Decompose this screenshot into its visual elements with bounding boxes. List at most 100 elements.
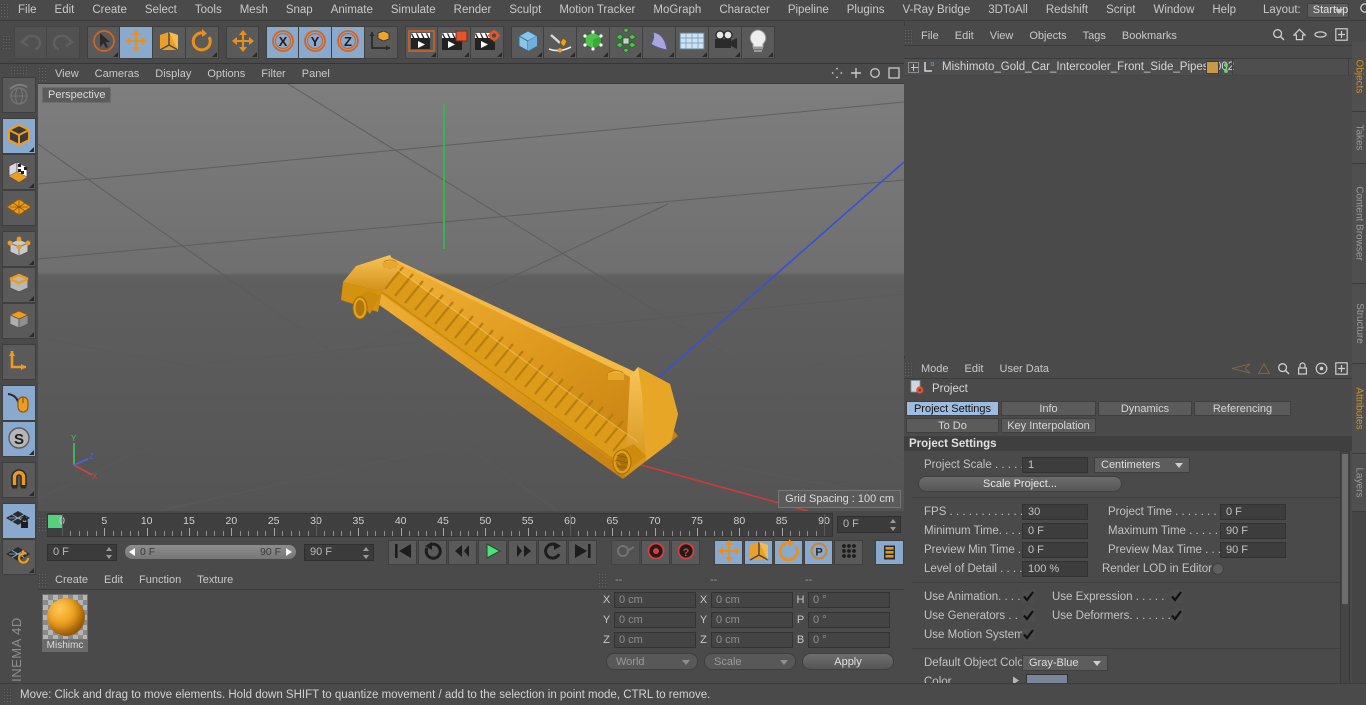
coord-field-rotation-b[interactable]: 0 ° bbox=[808, 632, 890, 648]
axis-y-lock[interactable]: Y bbox=[299, 25, 332, 59]
editable-object-button[interactable] bbox=[2, 118, 36, 154]
flyout-corner-icon[interactable] bbox=[537, 51, 542, 57]
attribute-field[interactable]: 0 F bbox=[1220, 503, 1286, 520]
side-tab-content-browser[interactable]: Content Browser bbox=[1352, 164, 1366, 284]
check-icon[interactable] bbox=[1170, 609, 1183, 622]
go-to-start-button[interactable] bbox=[388, 539, 417, 565]
add-deformer-button[interactable] bbox=[643, 25, 676, 59]
attribute-field[interactable]: 0 F bbox=[1022, 541, 1088, 558]
flyout-corner-icon[interactable] bbox=[29, 183, 34, 188]
enable-snap-button[interactable] bbox=[2, 385, 36, 421]
timeline-ruler[interactable]: 051015202530354045505560657075808590 bbox=[47, 512, 833, 537]
flyout-corner-icon[interactable] bbox=[113, 51, 118, 57]
statusbar-gripper[interactable] bbox=[3, 687, 12, 702]
attribute-field[interactable]: 0 F bbox=[1022, 522, 1088, 539]
end-frame-field[interactable]: 90 F bbox=[304, 543, 374, 561]
scale-project-button[interactable]: Scale Project... bbox=[918, 475, 1122, 492]
side-tab-objects[interactable]: Objects bbox=[1352, 42, 1366, 112]
render-to-picture-viewer-button[interactable] bbox=[438, 25, 471, 59]
step-back-button[interactable] bbox=[448, 539, 477, 565]
record-pla-button[interactable] bbox=[834, 539, 863, 565]
timeline-gripper[interactable] bbox=[38, 517, 47, 531]
coord-field-size-z[interactable]: 0 cm bbox=[711, 632, 793, 648]
coord-field-position-x[interactable]: 0 cm bbox=[614, 592, 696, 608]
attribute-field[interactable]: 90 F bbox=[1220, 522, 1286, 539]
flyout-corner-icon[interactable] bbox=[431, 51, 436, 57]
menu-tools[interactable]: Tools bbox=[186, 0, 231, 21]
tab-referencing[interactable]: Referencing bbox=[1194, 401, 1291, 416]
ellipse-icon[interactable] bbox=[1314, 30, 1327, 42]
flyout-corner-icon[interactable] bbox=[702, 51, 707, 57]
attributes-menu-mode[interactable]: Mode bbox=[913, 359, 957, 379]
target-icon[interactable] bbox=[1315, 362, 1328, 378]
add-cube-object-button[interactable] bbox=[511, 25, 544, 59]
magnet-tool-button[interactable] bbox=[2, 462, 36, 498]
points-mode-button[interactable] bbox=[2, 231, 36, 267]
add-spline-button[interactable] bbox=[544, 25, 577, 59]
side-tab-layers[interactable]: Layers bbox=[1352, 454, 1366, 512]
step-forward-button[interactable] bbox=[508, 539, 537, 565]
viewport-menu-view[interactable]: View bbox=[47, 64, 87, 84]
flyout-corner-icon[interactable] bbox=[252, 51, 257, 57]
material-menu-edit[interactable]: Edit bbox=[96, 571, 131, 590]
coord-field-rotation-p[interactable]: 0 ° bbox=[808, 612, 890, 628]
coord-field-size-x[interactable]: 0 cm bbox=[711, 592, 793, 608]
add-generator-button[interactable] bbox=[577, 25, 610, 59]
edges-mode-button[interactable] bbox=[2, 267, 36, 303]
zoom-icon[interactable] bbox=[850, 67, 862, 82]
menu-v-ray-bridge[interactable]: V-Ray Bridge bbox=[893, 0, 979, 21]
flyout-corner-icon[interactable] bbox=[768, 51, 773, 57]
record-position-button[interactable] bbox=[714, 539, 743, 565]
default-object-color-select[interactable]: Gray-Blue bbox=[1022, 654, 1108, 671]
menu-3dtoall[interactable]: 3DToAll bbox=[979, 0, 1037, 21]
play-backwards-button[interactable] bbox=[418, 539, 447, 565]
object-menu-bookmarks[interactable]: Bookmarks bbox=[1114, 26, 1185, 46]
tab-project-settings[interactable]: Project Settings bbox=[906, 401, 999, 416]
axis-z-lock[interactable]: Z bbox=[332, 25, 365, 59]
menu-select[interactable]: Select bbox=[136, 0, 186, 21]
maximize-icon[interactable] bbox=[888, 67, 900, 82]
move-tool[interactable] bbox=[120, 25, 153, 59]
search-icon[interactable] bbox=[1359, 2, 1366, 19]
check-icon[interactable] bbox=[1022, 628, 1035, 641]
search-icon[interactable] bbox=[1272, 28, 1285, 44]
live-selection-tool[interactable] bbox=[87, 25, 120, 59]
menu-simulate[interactable]: Simulate bbox=[382, 0, 445, 21]
material-tag-icon[interactable] bbox=[1206, 61, 1219, 74]
add-camera-button[interactable] bbox=[709, 25, 742, 59]
snap-settings-button[interactable]: S bbox=[2, 421, 36, 457]
flyout-corner-icon[interactable] bbox=[29, 260, 34, 265]
attributes-menu-user-data[interactable]: User Data bbox=[992, 359, 1058, 379]
time-range-slider[interactable]: 0 F 90 F bbox=[124, 544, 297, 560]
record-active-objects-button[interactable] bbox=[611, 539, 640, 565]
workplane-lock-button[interactable] bbox=[2, 503, 36, 539]
material-menu-texture[interactable]: Texture bbox=[189, 571, 241, 590]
object-menu-view[interactable]: View bbox=[982, 26, 1022, 46]
flyout-corner-icon[interactable] bbox=[636, 51, 641, 57]
menu-plugins[interactable]: Plugins bbox=[838, 0, 894, 21]
record-parameter-button[interactable]: P bbox=[804, 539, 833, 565]
expand-icon[interactable] bbox=[908, 61, 919, 73]
attributes-gripper[interactable] bbox=[904, 361, 913, 376]
coord-field-position-y[interactable]: 0 cm bbox=[614, 612, 696, 628]
viewport-menu-display[interactable]: Display bbox=[147, 64, 199, 84]
prev-icon[interactable] bbox=[1231, 363, 1251, 377]
tab-to-do[interactable]: To Do bbox=[906, 418, 999, 433]
flyout-corner-icon[interactable] bbox=[29, 568, 34, 573]
object-menu-objects[interactable]: Objects bbox=[1021, 26, 1074, 46]
coordinate-system-select[interactable]: World bbox=[606, 653, 698, 670]
viewport-menu-cameras[interactable]: Cameras bbox=[87, 64, 148, 84]
menu-help[interactable]: Help bbox=[1203, 0, 1245, 21]
axis-x-lock[interactable]: X bbox=[266, 25, 299, 59]
menubar-gripper[interactable] bbox=[0, 3, 9, 17]
tab-info[interactable]: Info bbox=[1001, 401, 1096, 416]
spinner-icon[interactable] bbox=[890, 518, 897, 531]
add-modeling-object-button[interactable] bbox=[610, 25, 643, 59]
record-rotation-button[interactable] bbox=[774, 538, 803, 565]
project-units-select[interactable]: Centimeters bbox=[1094, 456, 1190, 473]
visibility-dots-icon[interactable] bbox=[1224, 62, 1228, 73]
pan-icon[interactable] bbox=[831, 67, 843, 82]
attributes-menu-edit[interactable]: Edit bbox=[957, 359, 992, 379]
next-icon[interactable] bbox=[1257, 362, 1271, 377]
play-loop-button[interactable] bbox=[538, 539, 567, 565]
